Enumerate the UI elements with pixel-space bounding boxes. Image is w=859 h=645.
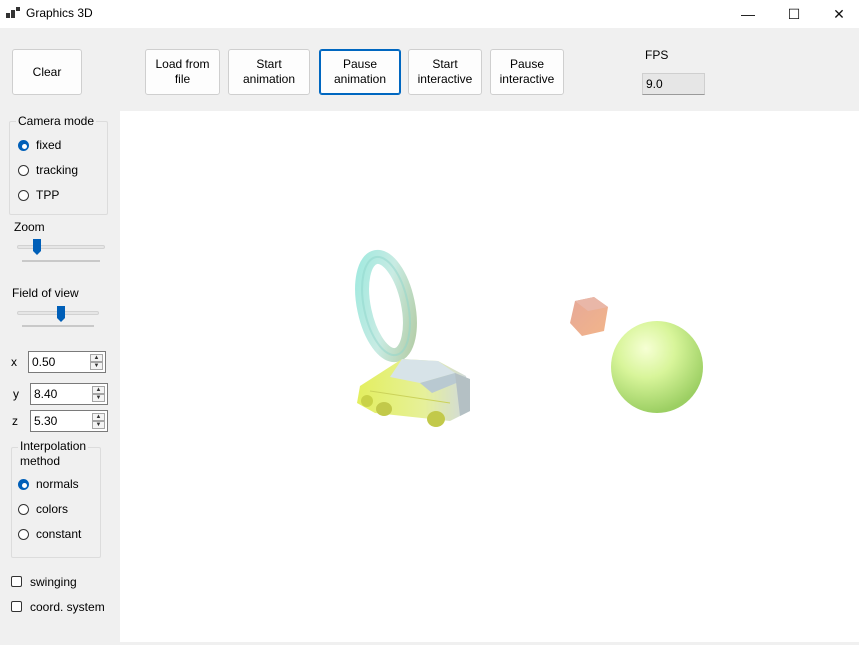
interp-constant-radio[interactable] [18, 529, 29, 540]
fps-value: 9.0 [646, 77, 663, 91]
z-spin-down-icon[interactable]: ▼ [92, 421, 105, 429]
zoom-slider-track[interactable] [17, 245, 105, 249]
car-object [357, 359, 470, 427]
fps-field: 9.0 [642, 73, 705, 95]
swinging-checkbox[interactable] [11, 576, 22, 587]
camera-fixed-radio[interactable] [18, 140, 29, 151]
x-spin-up-icon[interactable]: ▲ [90, 354, 103, 362]
close-button[interactable]: ✕ [816, 0, 859, 28]
load-from-file-button[interactable]: Load from file [145, 49, 220, 95]
pause-interactive-button[interactable]: Pause interactive [490, 49, 564, 95]
fps-label: FPS [645, 48, 669, 62]
scene-canvas [355, 249, 703, 427]
interp-constant-label[interactable]: constant [36, 527, 81, 541]
camera-fixed-label[interactable]: fixed [36, 138, 61, 152]
y-spin-down-icon[interactable]: ▼ [92, 394, 105, 402]
coord-system-checkbox[interactable] [11, 601, 22, 612]
minimize-icon: — [741, 6, 755, 22]
fov-label: Field of view [12, 286, 79, 300]
x-spin-down-icon[interactable]: ▼ [90, 362, 103, 370]
interp-normals-label[interactable]: normals [36, 477, 79, 491]
clear-button[interactable]: Clear [12, 49, 82, 95]
z-spinbox[interactable]: 5.30 ▲ ▼ [30, 410, 108, 432]
fov-slider-thumb[interactable] [56, 305, 66, 323]
app-icon [6, 7, 20, 18]
swinging-label[interactable]: swinging [30, 575, 77, 589]
interpolation-title: Interpolation method [18, 439, 89, 469]
interp-colors-radio[interactable] [18, 504, 29, 515]
z-spin-up-icon[interactable]: ▲ [92, 413, 105, 421]
y-value[interactable]: 8.40 [34, 387, 57, 401]
title-bar: Graphics 3D — ☐ ✕ [0, 0, 859, 28]
x-value[interactable]: 0.50 [32, 355, 55, 369]
z-value[interactable]: 5.30 [34, 414, 57, 428]
fov-slider-ticks [22, 325, 94, 327]
coord-system-label[interactable]: coord. system [30, 600, 105, 614]
y-spinbox[interactable]: 8.40 ▲ ▼ [30, 383, 108, 405]
z-label: z [12, 414, 18, 428]
start-animation-button[interactable]: Start animation [228, 49, 310, 95]
torus-object [355, 249, 417, 363]
x-spinbox[interactable]: 0.50 ▲ ▼ [28, 351, 106, 373]
zoom-slider-ticks [22, 260, 100, 262]
interp-normals-radio[interactable] [18, 479, 29, 490]
render-viewport[interactable] [120, 111, 859, 642]
camera-tracking-radio[interactable] [18, 165, 29, 176]
minimize-button[interactable]: — [725, 0, 771, 28]
zoom-label: Zoom [14, 220, 45, 234]
camera-mode-title: Camera mode [16, 114, 97, 129]
cube-object [570, 297, 608, 336]
camera-tpp-radio[interactable] [18, 190, 29, 201]
maximize-button[interactable]: ☐ [771, 0, 817, 28]
window-title: Graphics 3D [26, 6, 93, 20]
y-label: y [13, 387, 19, 401]
x-label: x [11, 355, 17, 369]
pause-animation-button[interactable]: Pause animation [319, 49, 401, 95]
y-spin-up-icon[interactable]: ▲ [92, 386, 105, 394]
sphere-object [611, 321, 703, 413]
interp-colors-label[interactable]: colors [36, 502, 68, 516]
zoom-slider-thumb[interactable] [32, 238, 42, 256]
start-interactive-button[interactable]: Start interactive [408, 49, 482, 95]
maximize-icon: ☐ [787, 5, 801, 22]
camera-tpp-label[interactable]: TPP [36, 188, 59, 202]
close-icon: ✕ [833, 5, 845, 22]
camera-tracking-label[interactable]: tracking [36, 163, 78, 177]
